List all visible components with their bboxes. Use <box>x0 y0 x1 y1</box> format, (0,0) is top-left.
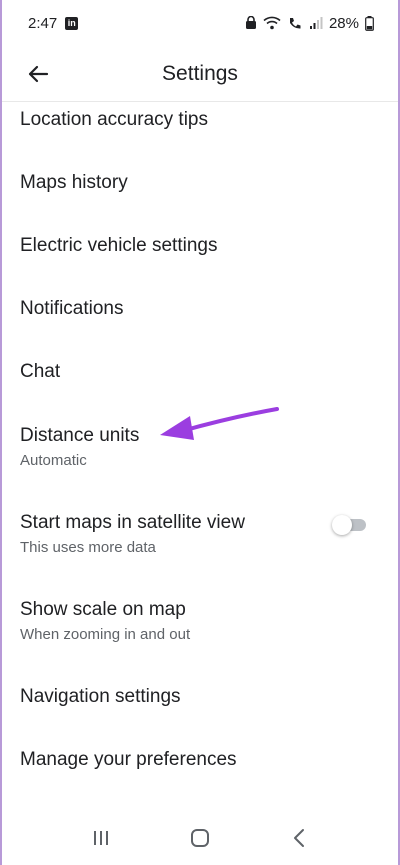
setting-notifications[interactable]: Notifications <box>2 298 398 320</box>
setting-subtitle: This uses more data <box>20 539 156 556</box>
arrow-back-icon <box>28 65 49 83</box>
setting-title: Navigation settings <box>20 686 181 707</box>
setting-title: Maps history <box>20 172 128 193</box>
setting-title: Electric vehicle settings <box>20 235 218 256</box>
back-button[interactable] <box>22 58 54 90</box>
recents-button[interactable] <box>81 818 121 858</box>
setting-manage-preferences[interactable]: Manage your preferences <box>2 749 398 771</box>
toggle-thumb <box>332 515 352 535</box>
app-bar: Settings <box>2 46 398 102</box>
setting-title: Show scale on map <box>20 599 186 620</box>
nav-back-icon <box>293 829 304 847</box>
lock-icon <box>245 16 256 29</box>
status-time: 2:47 <box>28 14 58 32</box>
home-button[interactable] <box>180 818 220 858</box>
setting-chat[interactable]: Chat <box>2 361 398 383</box>
annotation-arrow-icon <box>160 407 279 440</box>
setting-show-scale[interactable]: Show scale on map When zooming in and ou… <box>2 599 398 644</box>
setting-title: Chat <box>20 361 61 382</box>
nav-back-button[interactable] <box>279 818 319 858</box>
status-bar: 2:47 in 28% <box>2 0 398 46</box>
setting-title: Notifications <box>20 298 124 319</box>
page-title: Settings <box>162 61 238 85</box>
setting-title: Manage your preferences <box>20 749 237 770</box>
setting-navigation-settings[interactable]: Navigation settings <box>2 686 398 708</box>
battery-icon <box>365 15 374 31</box>
home-icon <box>190 829 209 847</box>
satellite-view-toggle[interactable] <box>332 515 368 535</box>
setting-subtitle: Automatic <box>20 452 87 469</box>
linkedin-icon: in <box>65 16 79 30</box>
wifi-icon <box>263 16 281 30</box>
battery-percent: 28% <box>328 14 359 32</box>
setting-subtitle: When zooming in and out <box>20 626 191 643</box>
setting-location-accuracy-tips[interactable]: Location accuracy tips <box>2 109 398 131</box>
setting-maps-history[interactable]: Maps history <box>2 172 398 194</box>
wifi-calling-icon <box>289 18 301 29</box>
setting-title: Location accuracy tips <box>20 109 208 130</box>
setting-satellite-view[interactable]: Start maps in satellite view This uses m… <box>2 512 398 557</box>
setting-electric-vehicle-settings[interactable]: Electric vehicle settings <box>2 235 398 257</box>
recents-icon <box>94 831 109 845</box>
signal-icon <box>309 17 323 29</box>
system-nav-bar <box>2 811 398 865</box>
